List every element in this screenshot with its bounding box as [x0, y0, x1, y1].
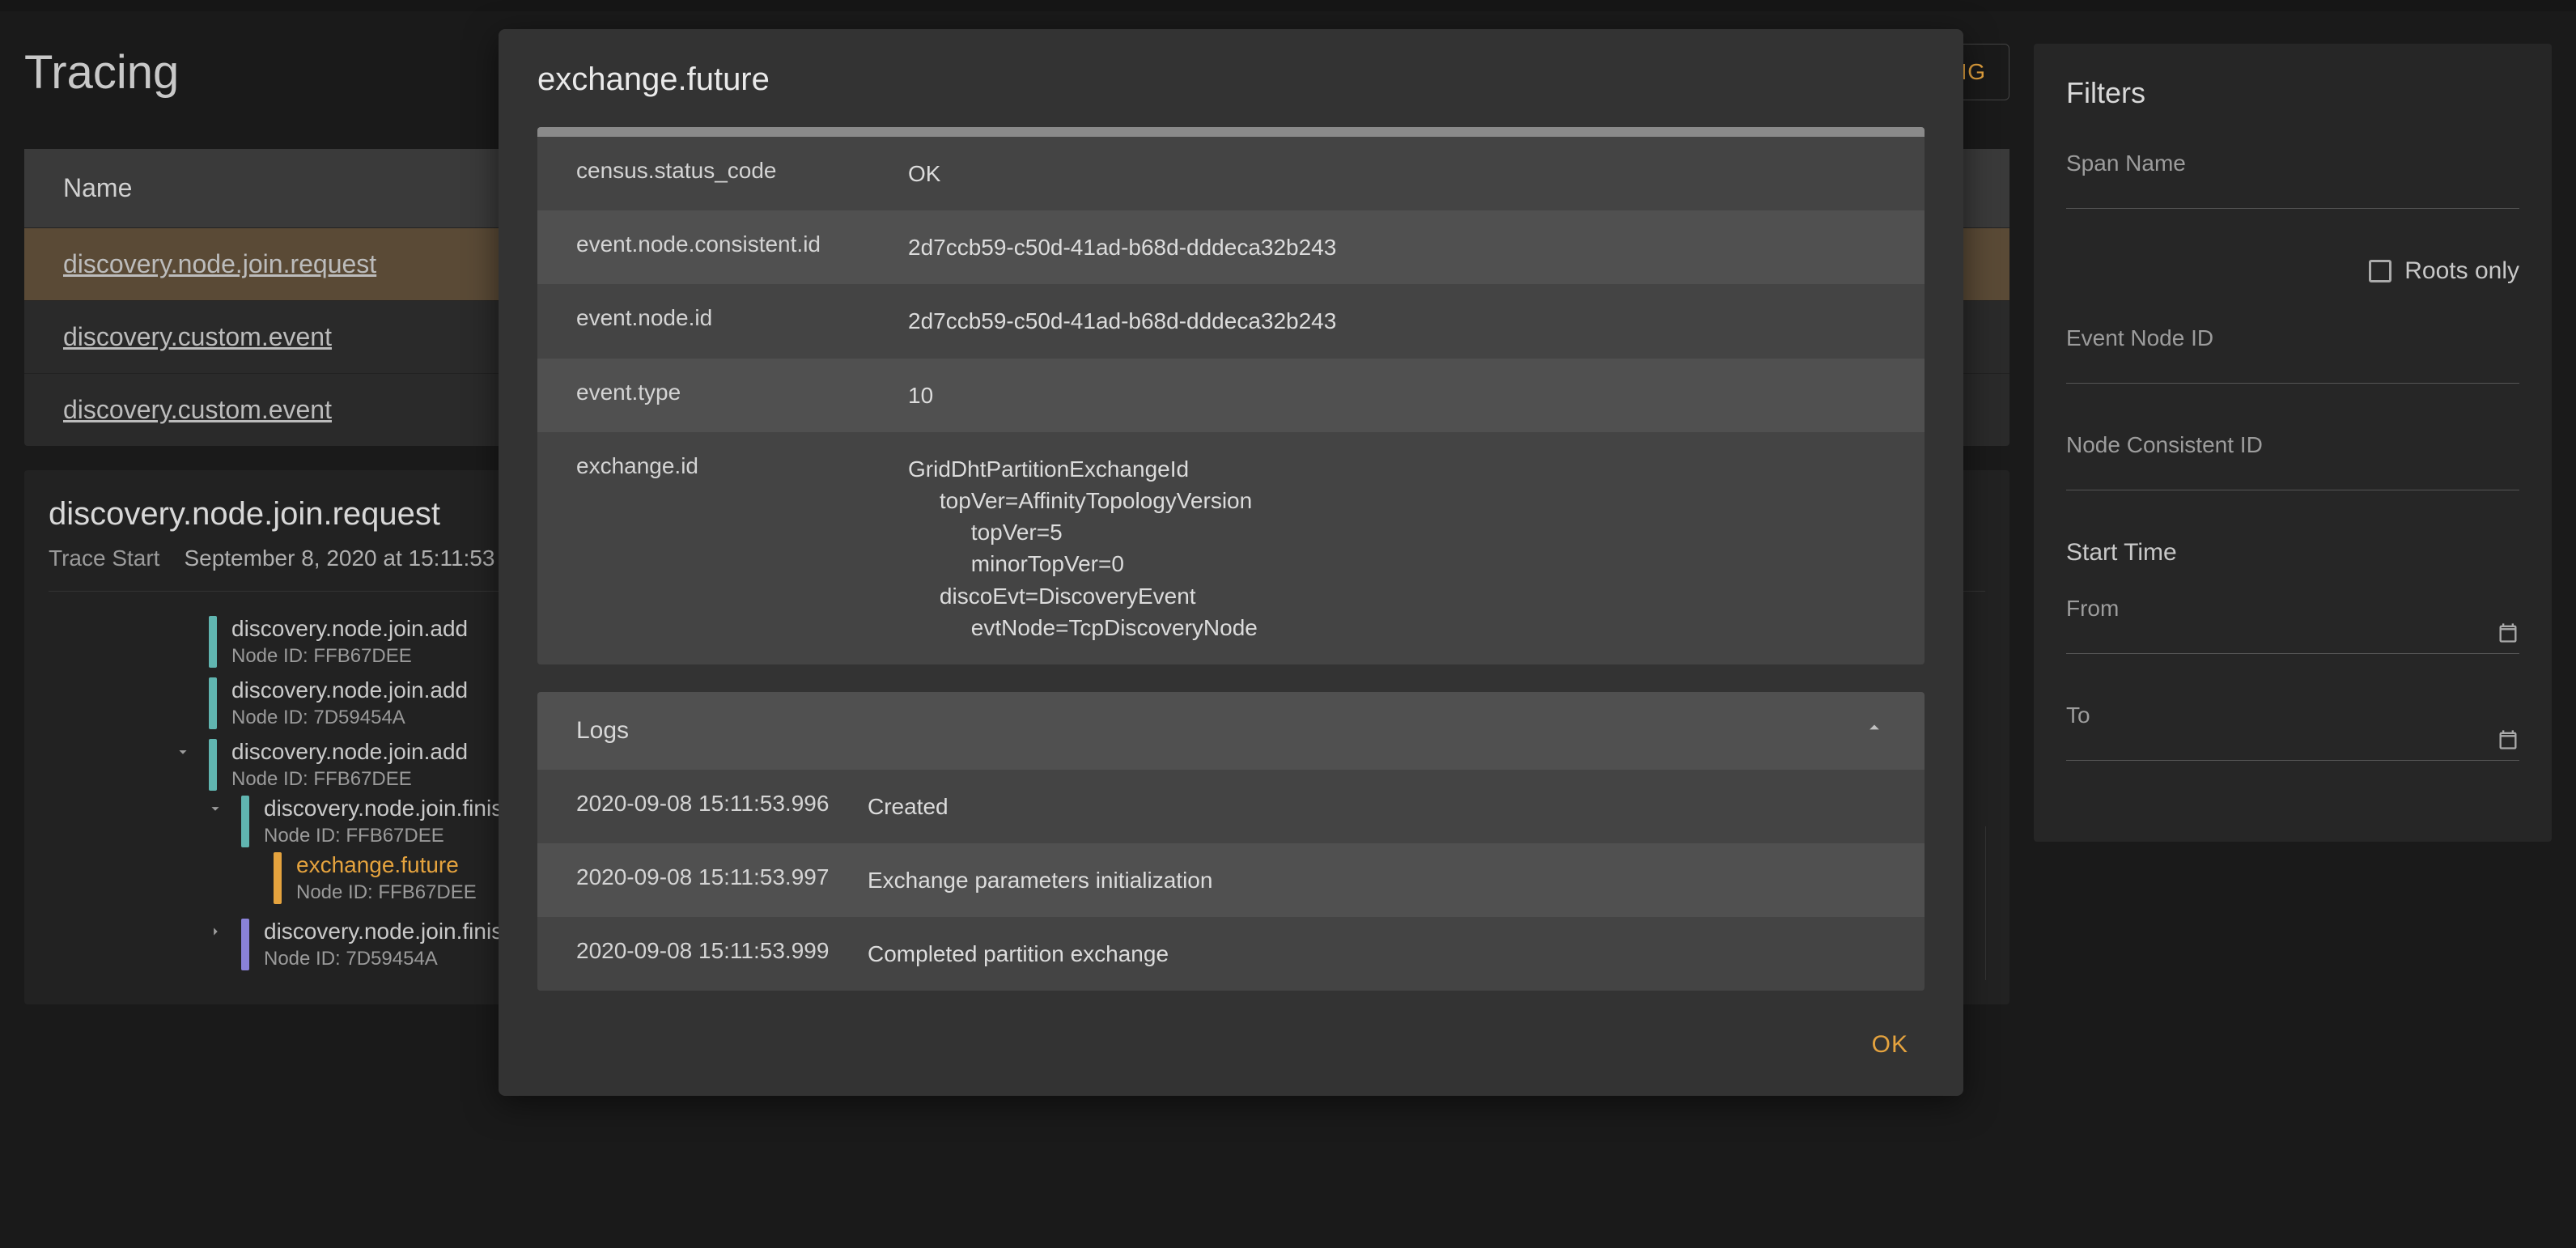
- trace-start-label: Trace Start: [49, 545, 159, 571]
- start-time-title: Start Time: [2066, 539, 2519, 567]
- node-consistent-id-input[interactable]: [2066, 463, 2519, 489]
- span-bar: [241, 796, 249, 847]
- spacer: [170, 677, 196, 703]
- attr-value: 2d7ccb59-c50d-41ad-b68d-dddeca32b243: [908, 231, 1336, 263]
- top-strip: [0, 0, 2576, 11]
- span-bar: [274, 852, 282, 904]
- roots-only-row[interactable]: Roots only: [2066, 257, 2519, 285]
- attr-key: event.node.id: [576, 305, 908, 337]
- filters-card: Filters Span Name Roots only Event Node …: [2034, 44, 2552, 842]
- modal-title: exchange.future: [537, 62, 1925, 98]
- field-label: Node Consistent ID: [2066, 432, 2519, 458]
- trace-link[interactable]: discovery.custom.event: [63, 395, 332, 424]
- trace-link[interactable]: discovery.custom.event: [63, 322, 332, 351]
- span-name: exchange.future: [296, 852, 477, 878]
- log-row: 2020-09-08 15:11:53.996 Created: [537, 770, 1925, 843]
- log-timestamp: 2020-09-08 15:11:53.996: [576, 791, 868, 822]
- calendar-icon[interactable]: [2497, 728, 2519, 755]
- chevron-down-icon[interactable]: [202, 796, 228, 821]
- event-node-id-field: Event Node ID: [2066, 325, 2519, 384]
- ok-button[interactable]: OK: [1856, 1023, 1925, 1067]
- log-message: Exchange parameters initialization: [868, 864, 1212, 896]
- attr-key: exchange.id: [576, 453, 908, 643]
- filters-title: Filters: [2066, 76, 2519, 110]
- attr-value: 10: [908, 380, 933, 411]
- event-node-id-input[interactable]: [2066, 356, 2519, 382]
- attr-value: OK: [908, 158, 940, 189]
- attr-value: GridDhtPartitionExchangeId topVer=Affini…: [908, 453, 1258, 643]
- span-node-id: Node ID: FFB67DEE: [264, 825, 516, 847]
- span-name-input[interactable]: [2066, 181, 2519, 207]
- field-label: From: [2066, 596, 2519, 622]
- logs-block: 2020-09-08 15:11:53.996 Created 2020-09-…: [537, 770, 1925, 991]
- span-bar: [209, 739, 217, 791]
- roots-only-checkbox[interactable]: [2369, 260, 2391, 282]
- span-name: discovery.node.join.add: [231, 739, 468, 765]
- logs-label: Logs: [576, 717, 629, 745]
- field-label: Event Node ID: [2066, 325, 2519, 351]
- logs-section-header[interactable]: Logs: [537, 692, 1925, 770]
- span-bar: [209, 677, 217, 729]
- attr-key: event.type: [576, 380, 908, 411]
- calendar-icon[interactable]: [2497, 622, 2519, 648]
- field-label: Span Name: [2066, 151, 2519, 176]
- chevron-down-icon[interactable]: [170, 739, 196, 765]
- log-timestamp: 2020-09-08 15:11:53.997: [576, 864, 868, 896]
- span-name: discovery.node.join.finish: [264, 919, 516, 944]
- attr-key: census.status_code: [576, 158, 908, 189]
- attribute-row: event.node.id 2d7ccb59-c50d-41ad-b68d-dd…: [537, 284, 1925, 358]
- from-date-input[interactable]: [2066, 626, 2519, 652]
- span-name-field: Span Name: [2066, 151, 2519, 209]
- span-detail-modal: exchange.future census.status_code OK ev…: [499, 29, 1963, 1096]
- roots-only-label: Roots only: [2404, 257, 2519, 285]
- span-bar: [241, 919, 249, 970]
- attribute-row: census.status_code OK: [537, 137, 1925, 210]
- span-name: discovery.node.join.add: [231, 616, 468, 642]
- span-node-id: Node ID: FFB67DEE: [231, 768, 468, 791]
- chevron-up-icon[interactable]: [1863, 716, 1886, 745]
- attribute-row: exchange.id GridDhtPartitionExchangeId t…: [537, 432, 1925, 664]
- span-name: discovery.node.join.add: [231, 677, 468, 703]
- attribute-row: event.node.consistent.id 2d7ccb59-c50d-4…: [537, 210, 1925, 284]
- span-node-id: Node ID: 7D59454A: [231, 707, 468, 729]
- log-message: Created: [868, 791, 948, 822]
- field-label: To: [2066, 703, 2519, 728]
- span-node-id: Node ID: FFB67DEE: [231, 645, 468, 668]
- span-node-id: Node ID: FFB67DEE: [296, 881, 477, 904]
- modal-footer: OK: [537, 991, 1925, 1067]
- filters-column: Filters Span Name Roots only Event Node …: [2034, 44, 2552, 842]
- from-field: From: [2066, 596, 2519, 654]
- chevron-right-icon[interactable]: [202, 919, 228, 944]
- start-time-section: Start Time: [2066, 539, 2519, 567]
- spacer: [235, 852, 261, 878]
- scroll-indicator: [537, 127, 1925, 137]
- to-date-input[interactable]: [2066, 733, 2519, 759]
- trace-link[interactable]: discovery.node.join.request: [63, 249, 376, 278]
- log-row: 2020-09-08 15:11:53.999 Completed partit…: [537, 917, 1925, 991]
- attr-value: 2d7ccb59-c50d-41ad-b68d-dddeca32b243: [908, 305, 1336, 337]
- spacer: [170, 616, 196, 642]
- attr-key: event.node.consistent.id: [576, 231, 908, 263]
- to-field: To: [2066, 703, 2519, 761]
- log-timestamp: 2020-09-08 15:11:53.999: [576, 938, 868, 970]
- attribute-row: event.type 10: [537, 359, 1925, 432]
- span-name: discovery.node.join.finish: [264, 796, 516, 821]
- trace-start-value: September 8, 2020 at 15:11:53: [184, 545, 494, 571]
- page-title: Tracing: [24, 45, 179, 100]
- log-message: Completed partition exchange: [868, 938, 1169, 970]
- span-node-id: Node ID: 7D59454A: [264, 948, 516, 970]
- log-row: 2020-09-08 15:11:53.997 Exchange paramet…: [537, 843, 1925, 917]
- span-bar: [209, 616, 217, 668]
- attributes-block: census.status_code OK event.node.consist…: [537, 127, 1925, 664]
- node-consistent-id-field: Node Consistent ID: [2066, 432, 2519, 490]
